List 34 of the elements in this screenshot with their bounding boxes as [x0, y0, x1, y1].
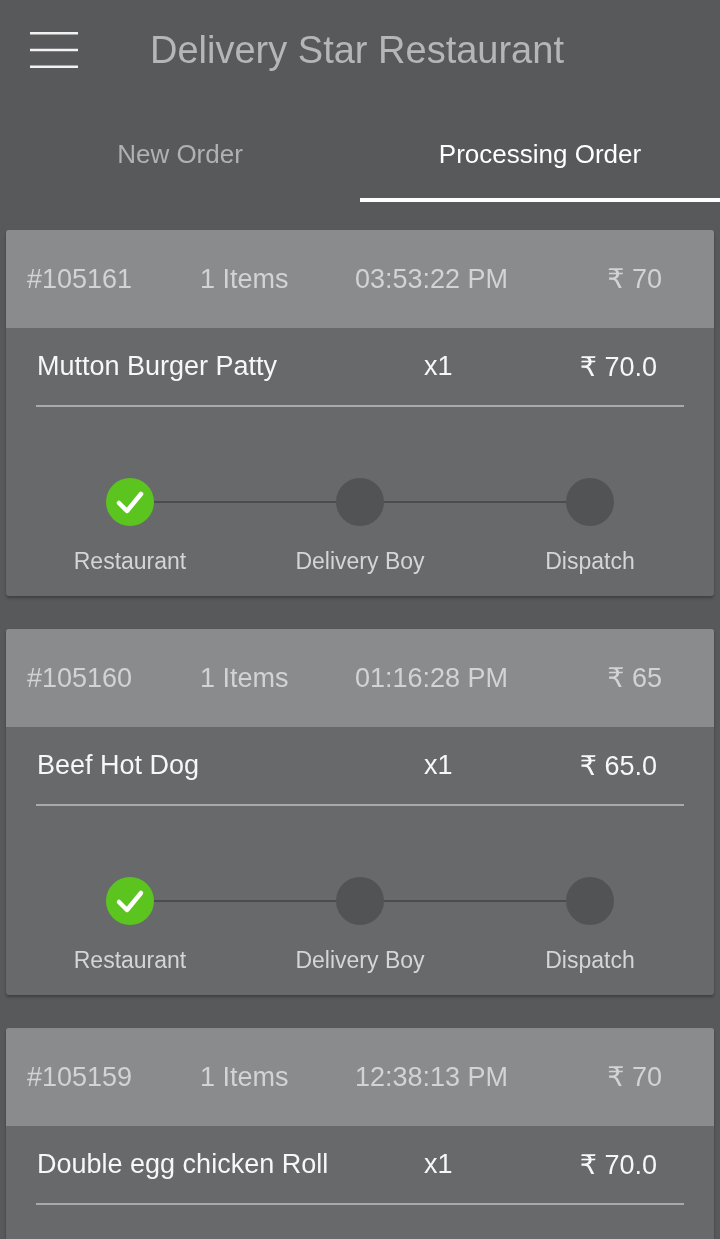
item-qty: x1 — [424, 750, 453, 781]
tab[interactable]: Processing Order — [360, 100, 720, 202]
items-count: 1 Items — [200, 1061, 290, 1093]
step-label: Delivery Boy — [295, 946, 425, 975]
step-label: Dispatch — [545, 547, 635, 576]
order-id: #105161 — [27, 263, 134, 295]
order-total: ₹ 65 — [607, 662, 662, 694]
order-card[interactable]: #105159 1 Items 12:38:13 PM ₹ 70 Double egg chicken Roll x1 ₹ 70.0 — [6, 1028, 714, 1239]
item-price: ₹ 70.0 — [579, 1148, 657, 1181]
step-label: Dispatch — [545, 946, 635, 975]
items-count: 1 Items — [200, 662, 290, 694]
order-time: 12:38:13 PM — [355, 1061, 510, 1093]
menu-icon[interactable] — [30, 32, 78, 68]
step-label: Delivery Boy — [295, 547, 425, 576]
step-label: Restaurant — [73, 946, 187, 975]
step-label: Restaurant — [73, 547, 187, 576]
item-name: Mutton Burger Patty — [37, 351, 279, 382]
item-price: ₹ 70.0 — [579, 350, 657, 383]
item-qty: x1 — [424, 351, 453, 382]
order-total: ₹ 70 — [607, 263, 662, 295]
order-time: 01:16:28 PM — [355, 662, 510, 694]
item-name: Double egg chicken Roll — [37, 1149, 330, 1180]
order-card[interactable]: #105160 1 Items 01:16:28 PM ₹ 65 Beef Hot Dog x1 ₹ 65.0 Restaurant Delivery Boy Dispatch — [6, 629, 714, 995]
order-id: #105160 — [27, 662, 134, 694]
item-qty: x1 — [424, 1149, 453, 1180]
items-count: 1 Items — [200, 263, 290, 295]
item-name: Beef Hot Dog — [37, 750, 201, 781]
order-id: #105159 — [27, 1061, 134, 1093]
app-title: Delivery Star Restaurant — [150, 28, 564, 72]
item-price: ₹ 65.0 — [579, 749, 657, 782]
order-card[interactable]: #105161 1 Items 03:53:22 PM ₹ 70 Mutton Burger Patty x1 ₹ 70.0 Restaurant Delivery Boy Dispatch — [6, 230, 714, 596]
order-total: ₹ 70 — [607, 1061, 662, 1093]
order-time: 03:53:22 PM — [355, 263, 510, 295]
tab[interactable]: New Order — [0, 100, 360, 202]
